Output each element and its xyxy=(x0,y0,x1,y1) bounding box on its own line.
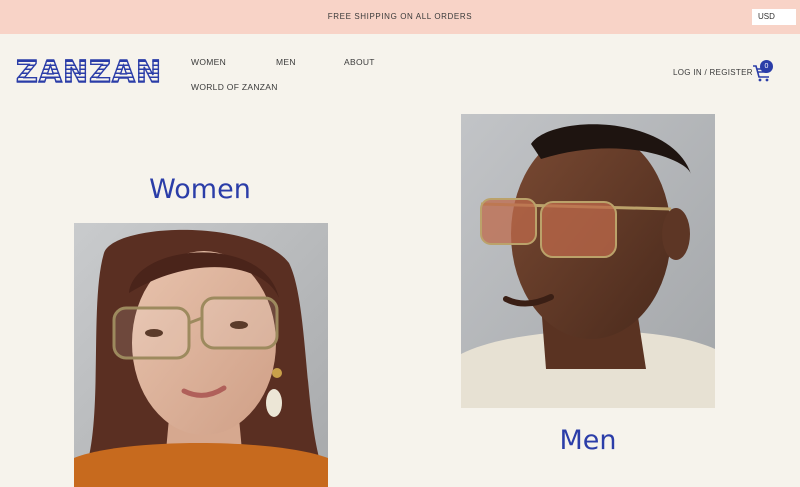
currency-selector[interactable]: USD xyxy=(752,9,796,25)
nav-link-men[interactable]: MEN xyxy=(276,57,296,67)
men-heading[interactable]: Men xyxy=(488,425,688,456)
brand-logo[interactable]: ZANZAN xyxy=(15,55,162,90)
promo-text: FREE SHIPPING ON ALL ORDERS xyxy=(327,12,473,21)
women-collection-image[interactable] xyxy=(74,223,328,487)
cart-count-badge: 0 xyxy=(760,60,773,73)
men-collection-image[interactable] xyxy=(461,114,715,408)
nav-link-women[interactable]: WOMEN xyxy=(191,57,226,67)
nav-link-about[interactable]: ABOUT xyxy=(344,57,375,67)
women-heading[interactable]: Women xyxy=(100,174,300,205)
login-register-link[interactable]: LOG IN / REGISTER xyxy=(673,68,753,77)
nav-link-world-of-zanzan[interactable]: WORLD OF ZANZAN xyxy=(191,82,278,92)
